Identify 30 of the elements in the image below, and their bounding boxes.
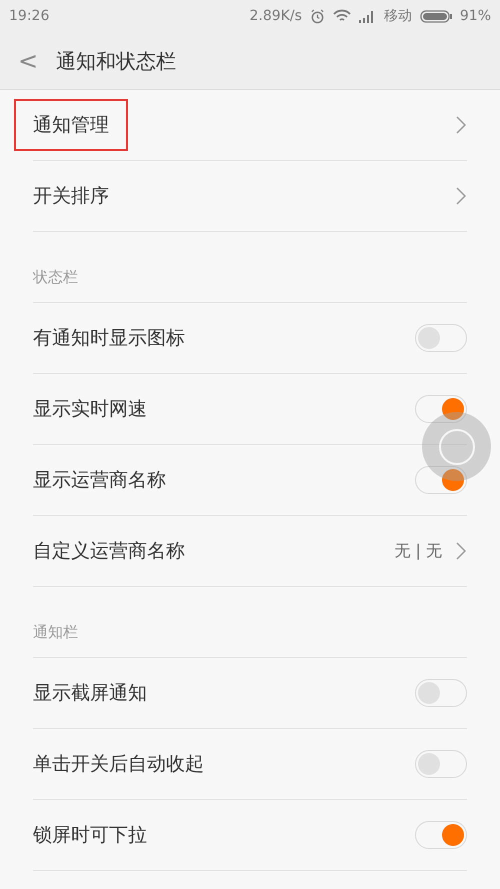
row-label[interactable]: 通知管理 xyxy=(14,98,128,152)
status-time: 19:26 xyxy=(9,6,50,26)
page-title: 通知和状态栏 xyxy=(56,48,176,74)
row-label[interactable]: 显示实时网速 xyxy=(33,394,147,424)
row-label[interactable]: 有通知时显示图标 xyxy=(33,324,185,352)
network-speed: 2.89K/s xyxy=(250,6,302,26)
battery-icon xyxy=(420,10,452,22)
row-value: 无 | 无 xyxy=(394,540,442,562)
toggle-switch[interactable] xyxy=(415,821,467,849)
carrier-name: 移动 xyxy=(384,6,412,26)
alarm-icon xyxy=(310,8,325,24)
battery-percent: 91% xyxy=(460,6,491,26)
toggle-switch[interactable] xyxy=(415,750,467,778)
toggle-switch[interactable] xyxy=(415,679,467,707)
row-label[interactable]: 开关排序 xyxy=(33,182,109,210)
toggle-switch[interactable] xyxy=(415,395,467,423)
chevron-right-icon xyxy=(456,542,466,560)
signal-icon xyxy=(358,10,376,22)
section-header: 通知栏 xyxy=(33,622,78,643)
chevron-right-icon xyxy=(456,187,466,205)
section-header: 状态栏 xyxy=(33,266,78,288)
wifi-icon xyxy=(332,9,351,23)
row-label[interactable]: 显示截屏通知 xyxy=(33,678,147,708)
row-label[interactable]: 显示运营商名称 xyxy=(33,466,166,494)
row-label[interactable]: 锁屏时可下拉 xyxy=(33,820,147,850)
toggle-switch[interactable] xyxy=(415,466,467,494)
chevron-right-icon xyxy=(456,116,466,134)
row-label[interactable]: 自定义运营商名称 xyxy=(33,536,185,566)
toggle-switch[interactable] xyxy=(415,324,467,352)
row-label[interactable]: 单击开关后自动收起 xyxy=(33,750,204,778)
